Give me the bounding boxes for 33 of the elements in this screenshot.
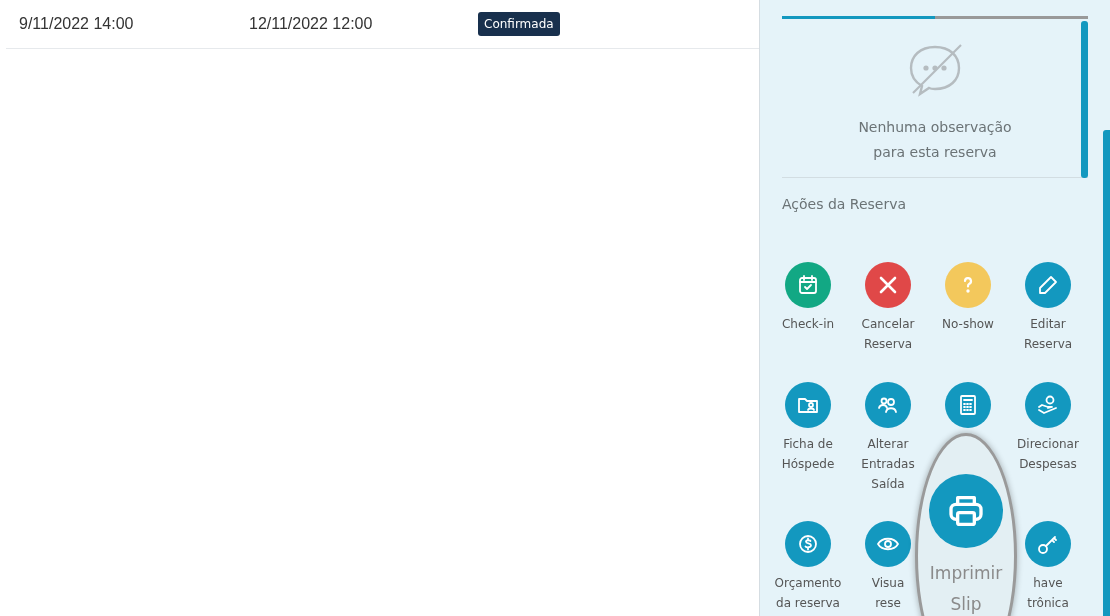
dollar-icon: [796, 532, 820, 556]
action-button[interactable]: [785, 521, 831, 567]
calendar-check-icon: [796, 273, 820, 297]
check-in-date: 9/11/2022 14:00: [19, 15, 135, 33]
action-label: Direcionar Despesas: [1017, 436, 1079, 473]
print-button[interactable]: [929, 474, 1003, 548]
action-label: Editar Reserva: [1023, 316, 1073, 353]
action-label: have trônica: [1027, 575, 1069, 612]
empty-notes-text: Nenhuma observação para esta reserva: [857, 118, 1013, 162]
action-button[interactable]: [865, 521, 911, 567]
action-label: Visua rese: [871, 575, 905, 612]
coin-hand-icon: [1036, 393, 1060, 417]
action-label: Check-in: [781, 316, 835, 333]
scrollbar-thumb[interactable]: [1081, 21, 1088, 178]
action-button[interactable]: [865, 382, 911, 428]
action-label: Cancelar Reserva: [861, 316, 915, 353]
print-slip-label: Imprimir Slip: [928, 562, 1004, 616]
pencil-icon: [1036, 273, 1060, 297]
action-button[interactable]: [865, 262, 911, 308]
action-button[interactable]: [785, 262, 831, 308]
scrollbar-thumb[interactable]: [1103, 130, 1110, 616]
action-label: No-show: [942, 316, 994, 333]
action-button[interactable]: [1025, 382, 1071, 428]
action-label: Ficha de Hóspede: [781, 436, 835, 473]
action-button[interactable]: [785, 382, 831, 428]
action-button[interactable]: [945, 382, 991, 428]
action-button[interactable]: [1025, 521, 1071, 567]
action-button[interactable]: [1025, 262, 1071, 308]
action-label: Alterar Entradas Saída: [861, 436, 915, 493]
section-title: Ações da Reserva: [782, 196, 908, 212]
status-badge: Confirmada: [478, 12, 560, 36]
action-label: Orçamento da reserva: [774, 575, 842, 612]
check-out-date: 12/11/2022 12:00: [249, 15, 374, 33]
